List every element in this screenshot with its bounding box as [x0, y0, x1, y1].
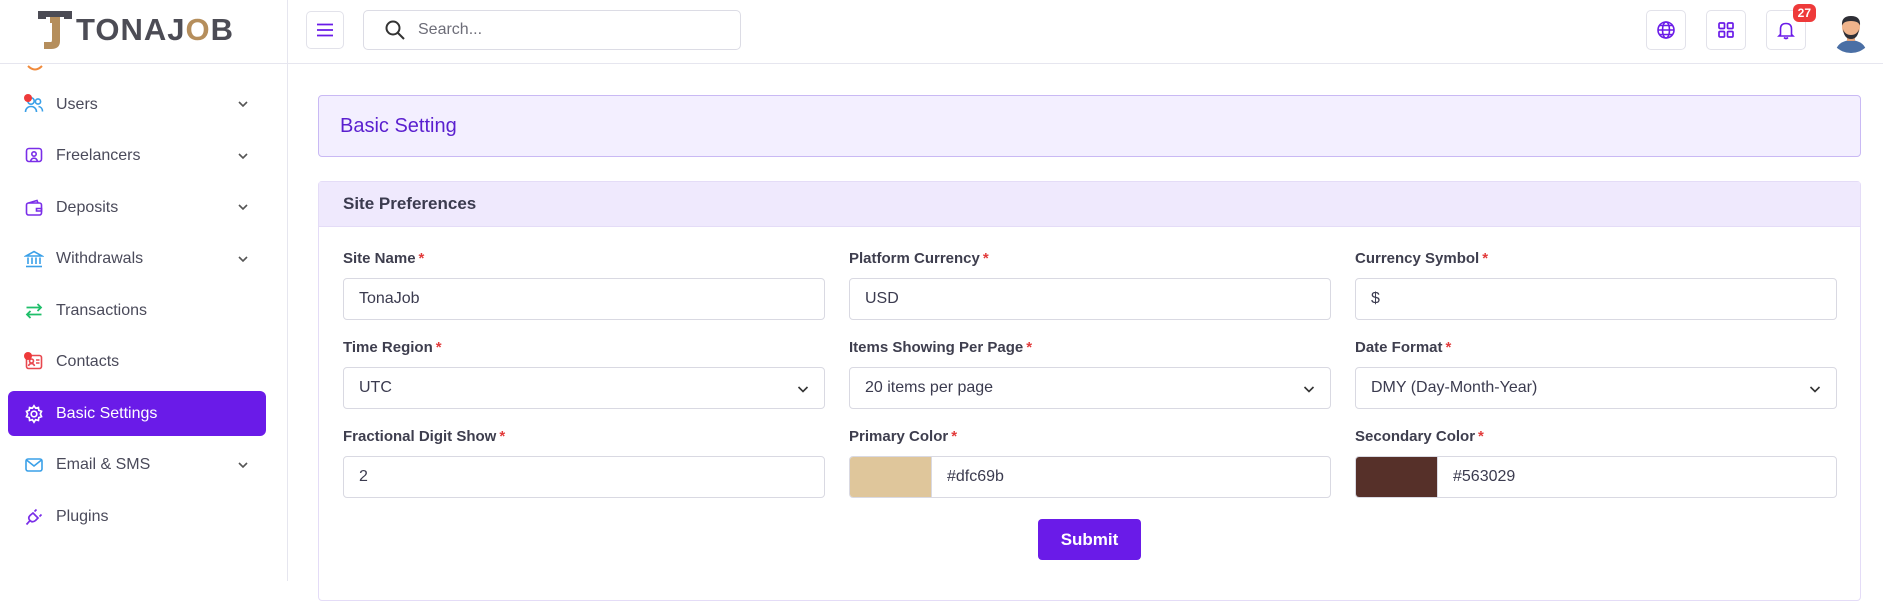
grid-icon: [1718, 22, 1734, 38]
chevron-down-icon: [1303, 386, 1315, 393]
field-label: Currency Symbol *: [1355, 250, 1489, 267]
menu-toggle-button[interactable]: [306, 11, 344, 49]
search-input[interactable]: [418, 21, 718, 39]
currency-symbol-field: Currency Symbol * $: [1355, 250, 1837, 320]
field-label: Date Format *: [1355, 339, 1452, 356]
field-label: Platform Currency *: [849, 250, 989, 267]
mail-icon: [24, 455, 44, 475]
date-format-select[interactable]: DMY (Day-Month-Year): [1355, 367, 1837, 409]
fractional-digit-field: Fractional Digit Show * 2: [343, 428, 825, 498]
sidebar-item-email-sms[interactable]: Email & SMS: [8, 443, 266, 488]
site-name-input[interactable]: TonaJob: [343, 278, 825, 320]
site-name-field: Site Name * TonaJob: [343, 250, 825, 320]
language-button[interactable]: [1646, 10, 1686, 50]
chevron-down-icon: [238, 204, 248, 211]
chevron-down-icon: [238, 255, 248, 262]
hamburger-icon: [317, 23, 333, 37]
search-icon: [385, 20, 405, 40]
panel-title: Site Preferences: [343, 194, 477, 213]
brand-name: TONAJOB: [76, 12, 235, 47]
sidebar-item-label: Transactions: [56, 301, 147, 319]
field-label: Items Showing Per Page *: [849, 339, 1033, 356]
page-title-card: Basic Setting: [318, 95, 1861, 157]
field-label: Time Region *: [343, 339, 442, 356]
sidebar-item-label: Users: [56, 95, 98, 113]
primary-color-swatch[interactable]: [850, 457, 932, 497]
primary-color-field: Primary Color * #dfc69b: [849, 428, 1331, 498]
sidebar-item-label: Withdrawals: [56, 250, 144, 267]
brand-logo[interactable]: TONAJOB: [36, 8, 234, 52]
sidebar-item-freelancers[interactable]: Freelancers: [8, 134, 266, 179]
panel-header: Site Preferences: [319, 182, 1860, 227]
sidebar-item-label: Deposits: [56, 198, 119, 216]
items-per-page-field: Items Showing Per Page * 20 items per pag…: [849, 339, 1331, 409]
secondary-color-swatch[interactable]: [1356, 457, 1438, 497]
sidebar: TONAJOB Users Freelancers Deposits Withd…: [0, 0, 288, 581]
sidebar-item-label: Basic Settings: [56, 404, 158, 422]
chevron-down-icon: [238, 152, 248, 159]
time-region-select[interactable]: UTC: [343, 367, 825, 409]
time-region-field: Time Region * UTC: [343, 339, 825, 409]
sidebar-item-plugins[interactable]: Plugins: [8, 494, 266, 539]
transfer-icon: [24, 301, 44, 321]
sidebar-item-contacts[interactable]: Contacts: [8, 340, 266, 385]
sidebar-item-users[interactable]: Users: [8, 82, 266, 127]
sidebar-item-deposits[interactable]: Deposits: [8, 185, 266, 230]
sidebar-item-label: Plugins: [56, 507, 109, 525]
currency-symbol-input[interactable]: $: [1355, 278, 1837, 320]
apps-button[interactable]: [1706, 10, 1746, 50]
logo-mark-icon: [36, 9, 74, 51]
field-label: Fractional Digit Show *: [343, 428, 506, 445]
plug-icon: [24, 507, 44, 527]
items-per-page-select[interactable]: 20 items per page: [849, 367, 1331, 409]
secondary-color-input[interactable]: #563029: [1355, 456, 1837, 498]
platform-currency-input[interactable]: USD: [849, 278, 1331, 320]
search-box[interactable]: [363, 10, 741, 50]
chevron-down-icon: [797, 386, 809, 393]
date-format-field: Date Format * DMY (Day-Month-Year): [1355, 339, 1837, 409]
field-label: Primary Color *: [849, 428, 958, 445]
user-avatar[interactable]: [1829, 9, 1873, 53]
secondary-color-field: Secondary Color * #563029: [1355, 428, 1837, 498]
sidebar-scrolled-item: [8, 64, 266, 82]
globe-icon: [1657, 21, 1675, 39]
bank-icon: [24, 249, 44, 269]
bell-icon: [1777, 22, 1795, 40]
top-header: 27: [288, 0, 1883, 64]
fractional-digit-input[interactable]: 2: [343, 456, 825, 498]
notification-dot: [24, 351, 32, 360]
page-title: Basic Setting: [340, 114, 457, 137]
freelancer-icon: [24, 146, 44, 166]
sidebar-item-label: Email & SMS: [56, 456, 151, 473]
chevron-down-icon: [238, 461, 248, 468]
platform-currency-field: Platform Currency * USD: [849, 250, 1331, 320]
sidebar-item-label: Contacts: [56, 353, 120, 370]
sidebar-item-label: Freelancers: [56, 147, 141, 164]
sidebar-item-withdrawals[interactable]: Withdrawals: [8, 237, 266, 282]
gear-icon: [24, 403, 44, 424]
notification-count-badge: 27: [1792, 4, 1816, 22]
chevron-down-icon: [238, 101, 248, 108]
sidebar-item-transactions[interactable]: Transactions: [8, 288, 266, 333]
notifications-button[interactable]: 27: [1766, 4, 1816, 50]
field-label: Site Name *: [343, 250, 425, 267]
sidebar-item-basic-settings[interactable]: Basic Settings: [8, 391, 266, 436]
primary-color-input[interactable]: #dfc69b: [849, 456, 1331, 498]
submit-button[interactable]: Submit: [1038, 519, 1141, 560]
wallet-icon: [24, 198, 44, 218]
sidebar-nav: Users Freelancers Deposits Withdrawals T…: [8, 64, 266, 546]
notification-dot: [24, 94, 32, 102]
chevron-down-icon: [1809, 386, 1821, 393]
field-label: Secondary Color *: [1355, 428, 1484, 445]
